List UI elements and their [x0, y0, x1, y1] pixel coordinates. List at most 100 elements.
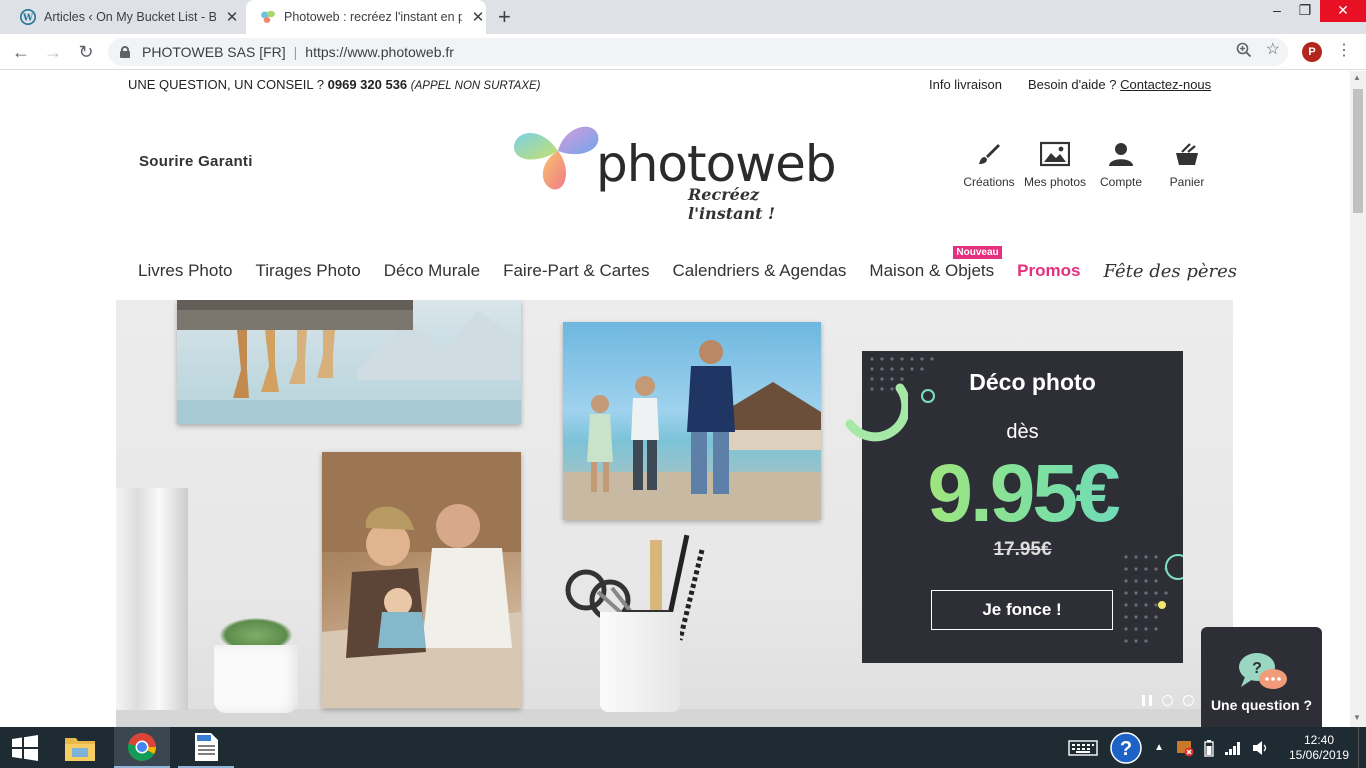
keyboard-icon[interactable] [1068, 739, 1098, 757]
decor-cup [600, 612, 680, 712]
phone-number[interactable]: 0969 320 536 [328, 77, 408, 92]
back-arrow-icon[interactable]: ← [10, 41, 32, 63]
omnibox-icons: ☆ [1236, 42, 1280, 58]
info-livraison-link[interactable]: Info livraison [929, 77, 1002, 92]
profile-avatar[interactable]: P [1302, 42, 1322, 62]
window-close-button[interactable]: ✕ [1320, 0, 1366, 22]
windows-taskbar: ? ▲ 12:40 15/06/2019 [0, 727, 1366, 768]
chrome-icon [127, 732, 156, 761]
url-separator: | [293, 44, 298, 60]
nav-calendriers-agendas[interactable]: Calendriers & Agendas [673, 261, 847, 282]
svg-text:?: ? [1252, 660, 1262, 677]
question-prefix: UNE QUESTION, UN CONSEIL ? [128, 77, 324, 92]
promo-old-price: 17.95€ [993, 539, 1052, 560]
account-shortcuts: Créations Mes photos Compte Panier [956, 141, 1220, 189]
odf-document-icon [195, 732, 218, 761]
reload-icon[interactable]: ↻ [75, 41, 97, 63]
restore-button[interactable]: ❐ [1290, 0, 1320, 22]
vertical-scrollbar[interactable]: ▲ ▼ [1350, 71, 1366, 727]
help-links: Info livraison Besoin d'aide ? Contactez… [929, 77, 1211, 92]
help-widget-label: Une question ? [1210, 697, 1313, 713]
system-tray: ? ▲ 12:40 15/06/2019 [1068, 727, 1366, 768]
decor-book [116, 488, 188, 710]
decor-pot [214, 645, 298, 713]
wordpress-icon: W [20, 9, 36, 25]
tab-close-icon[interactable]: ✕ [224, 8, 240, 26]
minimize-button[interactable]: – [1262, 0, 1292, 22]
creations-button[interactable]: Créations [956, 141, 1022, 189]
new-tab-button[interactable]: + [498, 5, 511, 29]
nav-maison-objets[interactable]: Maison & Objets Nouveau [869, 246, 1002, 282]
start-button[interactable] [0, 727, 50, 768]
compte-button[interactable]: Compte [1088, 141, 1154, 189]
bookmark-star-icon[interactable]: ☆ [1266, 42, 1280, 58]
creations-label: Créations [963, 175, 1015, 189]
tab-articles[interactable]: W Articles ‹ On My Bucket List - Bie ✕ [0, 0, 246, 34]
nav-fete-des-peres[interactable]: Fête des pères [1103, 261, 1237, 282]
tab-title: Photoweb : recréez l'instant en p [284, 10, 462, 24]
browser-menu-icon[interactable]: ⋮ [1336, 40, 1352, 62]
dock-scene-image [563, 340, 821, 520]
signal-icon[interactable] [1224, 740, 1242, 756]
butterfly-logo-icon [513, 126, 599, 190]
promo-price: 9.95€ [862, 447, 1183, 541]
family-scene-image [322, 452, 521, 708]
compte-label: Compte [1099, 175, 1143, 189]
lake-scene-image [177, 300, 521, 424]
network-alert-icon[interactable] [1176, 739, 1194, 757]
je-fonce-button[interactable]: Je fonce ! [931, 590, 1113, 630]
contact-link[interactable]: Contactez-nous [1120, 77, 1211, 92]
user-icon [1109, 143, 1133, 166]
zoom-icon[interactable] [1236, 42, 1252, 58]
site-identity: PHOTOWEB SAS [FR] [142, 44, 286, 60]
main-navigation: Livres Photo Tirages Photo Déco Murale F… [138, 246, 1260, 282]
web-page: UNE QUESTION, UN CONSEIL ? 0969 320 536 … [0, 71, 1350, 727]
carousel-dot[interactable] [1162, 695, 1173, 706]
lock-icon [120, 46, 130, 58]
contact-bar: UNE QUESTION, UN CONSEIL ? 0969 320 536 … [128, 77, 541, 92]
browser-toolbar: ← → ↻ PHOTOWEB SAS [FR] | https://www.ph… [0, 34, 1366, 70]
nav-deco-murale[interactable]: Déco Murale [384, 261, 480, 282]
help-icon[interactable]: ? [1110, 731, 1142, 764]
nav-maison-objets-label: Maison & Objets [869, 261, 995, 280]
mes-photos-button[interactable]: Mes photos [1022, 141, 1088, 189]
tab-title: Articles ‹ On My Bucket List - Bie [44, 10, 216, 24]
address-bar[interactable]: PHOTOWEB SAS [FR] | https://www.photoweb… [108, 38, 1288, 66]
nav-tirages-photo[interactable]: Tirages Photo [256, 261, 361, 282]
tab-photoweb[interactable]: Photoweb : recréez l'instant en p ✕ [246, 0, 486, 34]
volume-icon[interactable] [1252, 740, 1270, 756]
help-chat-widget[interactable]: ? Une question ? [1201, 627, 1322, 727]
show-hidden-icons[interactable]: ▲ [1154, 742, 1164, 753]
scrollbar-thumb[interactable] [1353, 89, 1363, 213]
photoweb-logo[interactable]: photoweb Recréez l'instant ! [512, 121, 837, 223]
battery-icon[interactable] [1204, 739, 1214, 757]
scroll-up-icon[interactable]: ▲ [1353, 73, 1361, 82]
new-badge: Nouveau [953, 246, 1002, 259]
carousel-dot[interactable] [1183, 695, 1194, 706]
document-taskbar-button[interactable] [178, 727, 234, 768]
clock-date: 15/06/2019 [1288, 747, 1350, 762]
scroll-down-icon[interactable]: ▼ [1353, 713, 1361, 722]
forward-arrow-icon[interactable]: → [42, 41, 64, 63]
tab-strip: W Articles ‹ On My Bucket List - Bie ✕ P… [0, 0, 1366, 34]
system-clock[interactable]: 12:40 15/06/2019 [1284, 733, 1354, 763]
brush-icon [979, 144, 1000, 164]
nav-promos[interactable]: Promos [1017, 261, 1080, 282]
family-beach-photo [322, 452, 521, 708]
panier-button[interactable]: Panier [1154, 141, 1220, 189]
phone-note: (APPEL NON SURTAXE) [410, 80, 541, 92]
pause-icon[interactable] [1142, 695, 1152, 706]
carousel-pager [1142, 695, 1194, 706]
hero-banner[interactable]: Déco photo dès 9.95€ 17.95€ Je fonce ! [116, 300, 1233, 727]
show-desktop-button[interactable] [1358, 727, 1366, 768]
nav-faire-part-cartes[interactable]: Faire-Part & Cartes [503, 261, 649, 282]
file-explorer-button[interactable] [54, 727, 106, 768]
tab-close-icon[interactable]: ✕ [470, 8, 486, 26]
sourire-garanti[interactable]: Sourire Garanti [139, 153, 253, 170]
url-text[interactable]: https://www.photoweb.fr [305, 44, 454, 60]
svg-text:?: ? [1120, 738, 1132, 760]
nav-livres-photo[interactable]: Livres Photo [138, 261, 233, 282]
chat-bubbles-icon: ? [1239, 653, 1287, 689]
clock-time: 12:40 [1303, 732, 1335, 747]
chrome-taskbar-button[interactable] [114, 727, 170, 768]
